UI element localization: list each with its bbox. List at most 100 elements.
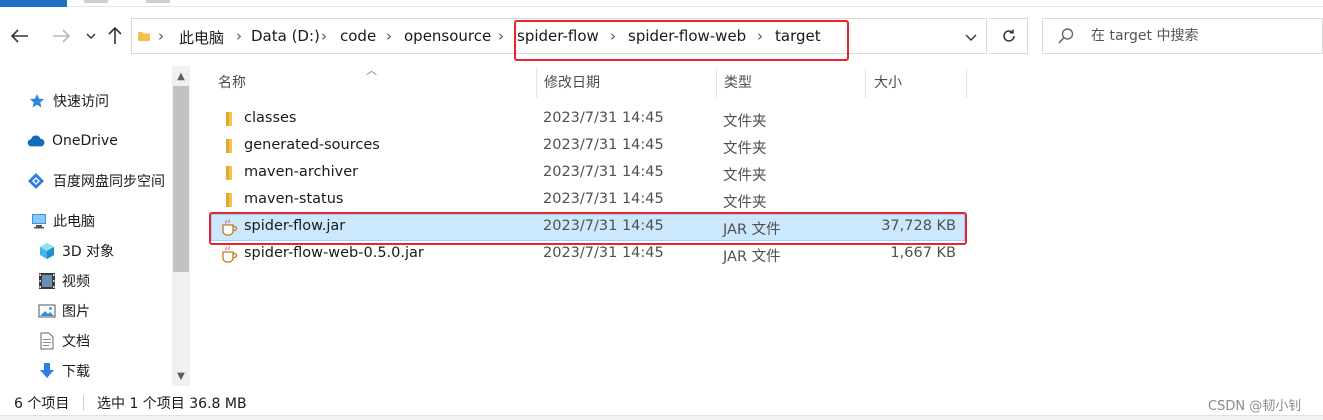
- cloud-icon: [27, 132, 45, 150]
- column-header-size[interactable]: 大小: [874, 66, 902, 98]
- address-bar[interactable]: › 此电脑 › Data (D:) › code › opensource › …: [131, 18, 987, 54]
- file-row[interactable]: classes 2023/7/31 14:45 文件夹: [211, 106, 965, 133]
- file-modified: 2023/7/31 14:45: [543, 191, 664, 207]
- column-header-name[interactable]: 名称: [218, 66, 246, 98]
- folder-icon: [138, 32, 150, 41]
- file-row[interactable]: maven-archiver 2023/7/31 14:45 文件夹: [211, 160, 965, 187]
- sidebar-item-3d-objects[interactable]: 3D 对象: [0, 237, 172, 265]
- file-name: spider-flow-web-0.5.0.jar: [244, 245, 424, 261]
- search-input[interactable]: [1091, 25, 1311, 47]
- recent-locations-button[interactable]: [78, 22, 104, 50]
- download-icon: [38, 362, 56, 380]
- ribbon-file-tab[interactable]: [0, 0, 67, 7]
- file-row[interactable]: maven-status 2023/7/31 14:45 文件夹: [211, 187, 965, 214]
- breadcrumb-separator[interactable]: ›: [321, 27, 327, 45]
- sidebar-item-label: 百度网盘同步空间: [53, 174, 165, 190]
- file-size: 1,667 KB: [890, 245, 956, 261]
- search-icon: [1058, 28, 1074, 44]
- scroll-up-button[interactable]: ▲: [172, 66, 190, 86]
- column-divider[interactable]: [536, 68, 537, 98]
- baidu-netdisk-icon: [27, 172, 45, 190]
- file-size: 37,728 KB: [881, 218, 956, 234]
- address-history-button[interactable]: [959, 26, 983, 48]
- breadcrumb-separator[interactable]: ›: [498, 27, 504, 45]
- status-bar: 6 个项目 选中 1 个项目 36.8 MB: [0, 389, 1323, 415]
- breadcrumb-this-pc[interactable]: 此电脑: [179, 27, 224, 48]
- scroll-thumb[interactable]: [173, 86, 189, 272]
- taskbar-sliver: [0, 415, 1323, 420]
- ribbon-tab-home[interactable]: [84, 0, 108, 3]
- sidebar-item-quick-access[interactable]: 快速访问: [0, 87, 172, 115]
- file-modified: 2023/7/31 14:45: [543, 218, 664, 234]
- ribbon-strip: [0, 0, 1323, 7]
- sidebar-item-documents[interactable]: 文档: [0, 327, 172, 355]
- computer-icon: [30, 212, 48, 230]
- column-divider[interactable]: [966, 68, 967, 98]
- breadcrumb-separator[interactable]: ›: [386, 27, 392, 45]
- breadcrumb-opensource[interactable]: opensource: [404, 27, 491, 45]
- breadcrumb-data-drive[interactable]: Data (D:): [251, 27, 320, 45]
- sidebar-item-label: 3D 对象: [62, 244, 115, 260]
- up-button[interactable]: [102, 22, 128, 50]
- arrow-right-icon: [53, 29, 70, 43]
- column-headers: ︿ 名称 修改日期 类型 大小: [190, 64, 1323, 98]
- refresh-button[interactable]: [990, 18, 1028, 54]
- sidebar-item-downloads[interactable]: 下载: [0, 357, 172, 385]
- nav-pane-scrollbar[interactable]: ▲ ▼: [172, 66, 190, 386]
- sidebar-item-label: 文档: [62, 334, 90, 350]
- breadcrumb-separator: ›: [158, 27, 164, 45]
- navigation-pane: 快速访问 OneDrive 百度网盘同步空间 此电脑 3D 对象 视频 图片 文…: [0, 66, 172, 386]
- sidebar-item-pictures[interactable]: 图片: [0, 297, 172, 325]
- folder-icon: [226, 193, 232, 207]
- watermark: CSDN @韧小钊: [1208, 399, 1302, 414]
- sidebar-item-baidu-netdisk[interactable]: 百度网盘同步空间: [0, 167, 172, 195]
- file-name: spider-flow.jar: [244, 218, 346, 234]
- breadcrumb-separator[interactable]: ›: [757, 27, 763, 45]
- folder-icon: [226, 139, 232, 153]
- document-icon: [38, 332, 56, 350]
- sidebar-item-label: 视频: [62, 274, 90, 290]
- sidebar-item-videos[interactable]: 视频: [0, 267, 172, 295]
- jar-file-icon: [222, 246, 238, 263]
- ribbon-tab-share[interactable]: [146, 0, 170, 3]
- file-name: maven-archiver: [244, 164, 359, 180]
- status-divider: [83, 395, 84, 411]
- folder-icon: [226, 166, 232, 180]
- file-type: 文件夹: [723, 195, 767, 211]
- sidebar-item-onedrive[interactable]: OneDrive: [0, 127, 172, 155]
- file-modified: 2023/7/31 14:45: [543, 137, 664, 153]
- scroll-down-button[interactable]: ▼: [172, 366, 190, 386]
- file-type: 文件夹: [723, 141, 767, 157]
- column-divider[interactable]: [865, 68, 866, 98]
- file-row[interactable]: spider-flow-web-0.5.0.jar 2023/7/31 14:4…: [211, 241, 965, 268]
- breadcrumb-spider-flow[interactable]: spider-flow: [517, 27, 599, 45]
- chevron-down-icon: [965, 34, 977, 41]
- sidebar-item-this-pc[interactable]: 此电脑: [0, 207, 172, 235]
- breadcrumb-target[interactable]: target: [775, 27, 821, 45]
- column-header-type[interactable]: 类型: [724, 66, 752, 98]
- breadcrumb-spider-flow-web[interactable]: spider-flow-web: [628, 27, 746, 45]
- forward-button[interactable]: [48, 22, 74, 50]
- sidebar-item-label: 下载: [62, 364, 90, 380]
- file-row-selected[interactable]: spider-flow.jar 2023/7/31 14:45 JAR 文件 3…: [211, 214, 965, 241]
- back-button[interactable]: [7, 22, 33, 50]
- breadcrumb-separator[interactable]: ›: [610, 27, 616, 45]
- jar-file-icon: [222, 219, 238, 236]
- chevron-down-icon: [86, 33, 96, 39]
- search-box[interactable]: [1042, 18, 1323, 54]
- file-name: maven-status: [244, 191, 344, 207]
- folder-icon: [226, 112, 232, 126]
- file-name: classes: [244, 110, 297, 126]
- column-divider[interactable]: [716, 68, 717, 98]
- navigation-bar: › 此电脑 › Data (D:) › code › opensource › …: [0, 14, 1323, 60]
- column-header-modified[interactable]: 修改日期: [544, 66, 600, 98]
- picture-icon: [38, 302, 56, 320]
- cube-icon: [38, 242, 56, 260]
- breadcrumb-code[interactable]: code: [340, 27, 376, 45]
- file-row[interactable]: generated-sources 2023/7/31 14:45 文件夹: [211, 133, 965, 160]
- file-type: JAR 文件: [723, 249, 781, 265]
- star-icon: [28, 92, 46, 110]
- file-modified: 2023/7/31 14:45: [543, 110, 664, 126]
- refresh-icon: [1002, 29, 1015, 42]
- breadcrumb-separator[interactable]: ›: [236, 27, 242, 45]
